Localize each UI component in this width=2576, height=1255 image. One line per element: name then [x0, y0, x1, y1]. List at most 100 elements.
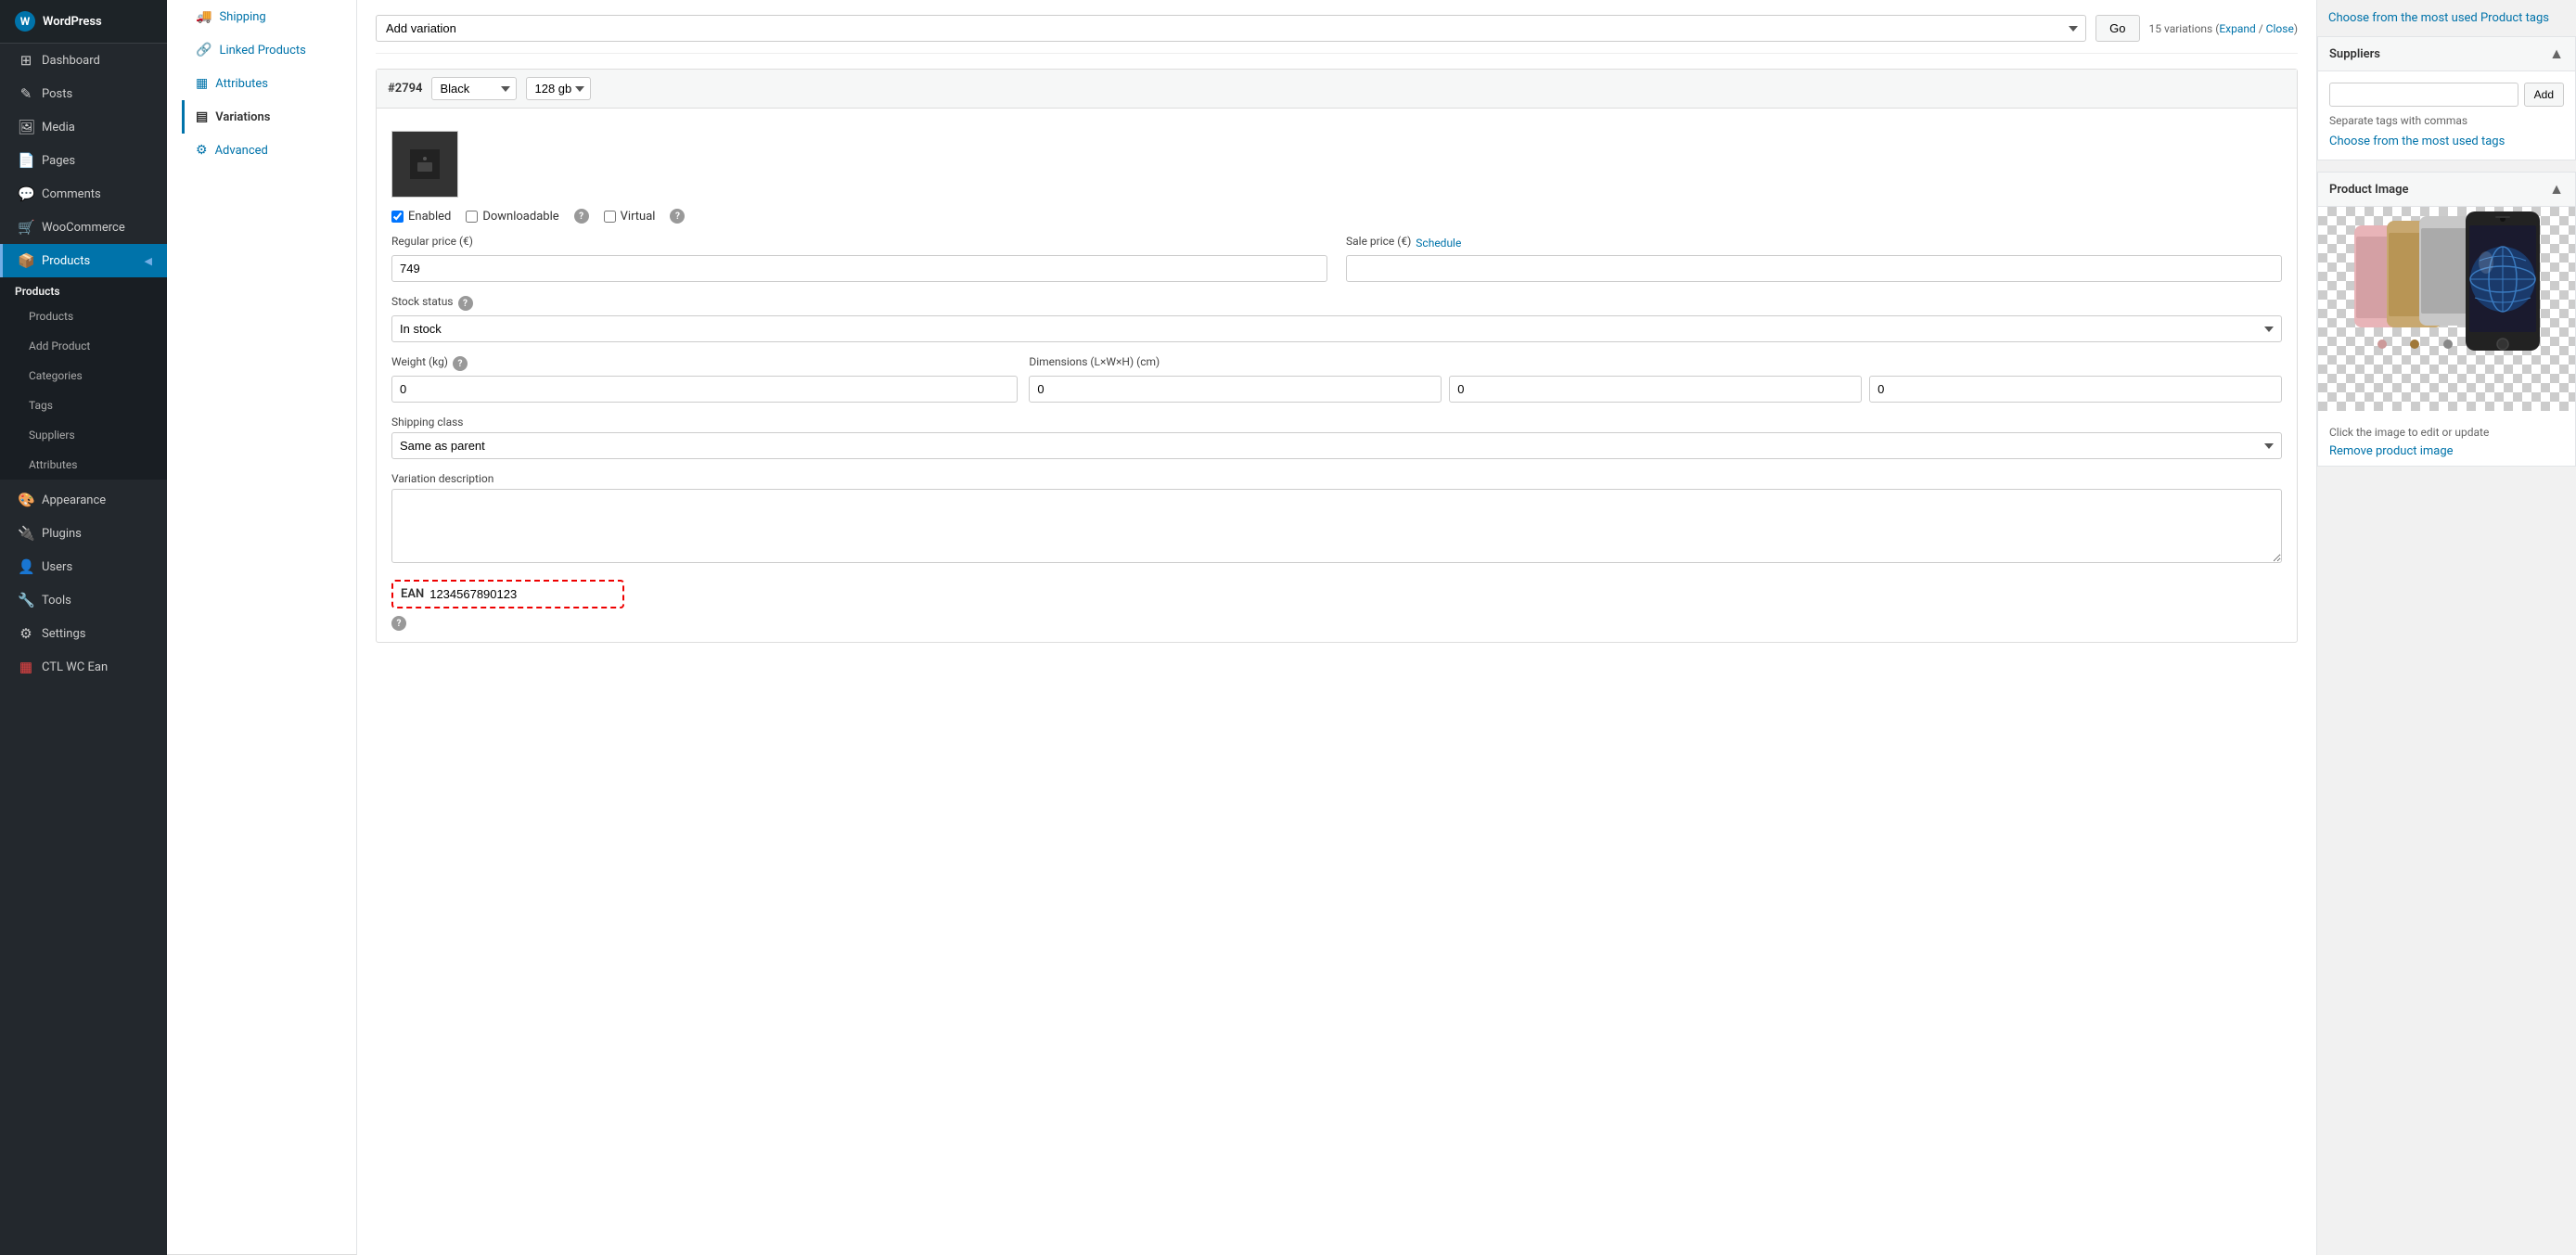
- sidebar-item-products[interactable]: 📦 Products ◀: [0, 244, 167, 277]
- regular-price-label: Regular price (€): [391, 235, 473, 248]
- sidebar-item-label: Settings: [42, 627, 85, 641]
- remove-product-image-link[interactable]: Remove product image: [2329, 444, 2454, 458]
- suppliers-title: Suppliers: [2329, 47, 2380, 61]
- sidebar-item-media[interactable]: 🖼 Media: [0, 110, 167, 144]
- variations-content: Add variation Go 15 variations (Expand /…: [357, 0, 2316, 1255]
- subnav-label: Variations: [215, 110, 270, 124]
- sidebar-item-users[interactable]: 👤 Users: [0, 550, 167, 583]
- regular-price-row: Regular price (€): [391, 235, 1327, 282]
- variations-count: 15 variations (Expand / Close): [2149, 22, 2299, 35]
- sidebar-item-plugins[interactable]: 🔌 Plugins: [0, 517, 167, 550]
- virtual-help-icon[interactable]: ?: [670, 209, 685, 224]
- sidebar-item-pages[interactable]: 📄 Pages: [0, 144, 167, 177]
- stock-status-label: Stock status: [391, 295, 454, 308]
- product-tags-top: Choose from the most used Product tags: [2317, 0, 2576, 36]
- suppliers-section: Suppliers ▲ Add Separate tags with comma…: [2317, 36, 2576, 160]
- weight-help-icon[interactable]: ?: [453, 356, 468, 371]
- submenu-suppliers[interactable]: Suppliers: [0, 420, 167, 450]
- choose-product-tags-link[interactable]: Choose from the most used Product tags: [2328, 11, 2549, 25]
- product-image-caption: Click the image to edit or update: [2329, 426, 2564, 439]
- comments-icon: 💬: [18, 186, 34, 202]
- dimension-w-input[interactable]: [1449, 376, 1862, 403]
- suppliers-toggle[interactable]: ▲: [2549, 45, 2564, 63]
- pages-icon: 📄: [18, 152, 34, 169]
- downloadable-checkbox[interactable]: [466, 211, 478, 223]
- suppliers-add-button[interactable]: Add: [2524, 83, 2564, 107]
- weight-input[interactable]: [391, 376, 1018, 403]
- woocommerce-icon: 🛒: [18, 219, 34, 236]
- submenu-categories[interactable]: Categories: [0, 361, 167, 391]
- variation-desc-row: Variation description: [391, 472, 2282, 567]
- advanced-icon: ⚙: [196, 143, 208, 158]
- sidebar-item-dashboard[interactable]: ⊞ Dashboard: [0, 44, 167, 77]
- regular-price-input[interactable]: [391, 255, 1327, 282]
- weight-label: Weight (kg): [391, 355, 448, 368]
- sidebar-item-label: Dashboard: [42, 54, 100, 68]
- users-icon: 👤: [18, 558, 34, 575]
- suppliers-note: Separate tags with commas: [2329, 114, 2564, 127]
- submenu-add-product[interactable]: Add Product: [0, 331, 167, 361]
- sidebar-item-label: WooCommerce: [42, 221, 125, 235]
- subnav-label: Advanced: [215, 144, 268, 158]
- add-variation-select[interactable]: Add variation: [376, 15, 2086, 42]
- submenu-products[interactable]: Products: [0, 301, 167, 331]
- downloadable-checkbox-label[interactable]: Downloadable: [466, 210, 558, 224]
- subnav-label: Shipping: [219, 10, 265, 24]
- sidebar-item-ctl-wc-ean[interactable]: ▦ CTL WC Ean: [0, 650, 167, 684]
- appearance-icon: 🎨: [18, 492, 34, 508]
- product-image-container[interactable]: [2318, 207, 2575, 411]
- variation-desc-textarea[interactable]: [391, 489, 2282, 563]
- downloadable-label: Downloadable: [482, 210, 558, 224]
- sidebar-item-woocommerce[interactable]: 🛒 WooCommerce: [0, 211, 167, 244]
- stock-status-help-icon[interactable]: ?: [458, 296, 473, 311]
- dimensions-row-group: Dimensions (L×W×H) (cm): [1029, 355, 2282, 403]
- subnav-linked-products[interactable]: 🔗 Linked Products: [182, 33, 341, 67]
- sidebar-item-comments[interactable]: 💬 Comments: [0, 177, 167, 211]
- suppliers-tag-input[interactable]: [2329, 83, 2518, 107]
- products-icon: 📦: [18, 252, 34, 269]
- submenu-tags[interactable]: Tags: [0, 391, 167, 420]
- sidebar-item-posts[interactable]: ✎ Posts: [0, 77, 167, 110]
- virtual-checkbox[interactable]: [604, 211, 616, 223]
- product-image-caption-area: Click the image to edit or update Remove…: [2318, 411, 2575, 466]
- sale-price-label: Sale price (€): [1346, 235, 1411, 248]
- sale-price-input[interactable]: [1346, 255, 2282, 282]
- close-link[interactable]: Close: [2266, 22, 2294, 35]
- subnav-label: Attributes: [215, 77, 268, 91]
- subnav-advanced[interactable]: ⚙ Advanced: [182, 134, 341, 167]
- sidebar-item-label: Products: [42, 254, 90, 268]
- go-button[interactable]: Go: [2095, 15, 2139, 42]
- virtual-label: Virtual: [621, 210, 656, 224]
- storage-select[interactable]: 128 gb 256 gb 64 gb: [526, 77, 591, 100]
- choose-tags-link[interactable]: Choose from the most used tags: [2329, 134, 2505, 148]
- subnav-attributes[interactable]: ▦ Attributes: [182, 67, 341, 100]
- dimension-h-input[interactable]: [1869, 376, 2282, 403]
- product-subnav: 🚚 Shipping 🔗 Linked Products ▦ Attribute…: [167, 0, 357, 1255]
- variation-image[interactable]: [391, 131, 458, 198]
- submenu-attributes[interactable]: Attributes: [0, 450, 167, 480]
- shipping-class-select[interactable]: Same as parent No shipping class: [391, 432, 2282, 459]
- subnav-variations[interactable]: ▤ Variations: [182, 100, 341, 134]
- schedule-link[interactable]: Schedule: [1416, 237, 1461, 250]
- dimensions-inputs: [1029, 376, 2282, 403]
- weight-dimensions-row: Weight (kg) ? Dimensions (L×W×H) (cm): [391, 355, 2282, 416]
- sidebar-item-settings[interactable]: ⚙ Settings: [0, 617, 167, 650]
- sidebar-item-appearance[interactable]: 🎨 Appearance: [0, 483, 167, 517]
- products-submenu: Products Products Add Product Categories…: [0, 277, 167, 480]
- enabled-checkbox[interactable]: [391, 211, 404, 223]
- product-image-toggle[interactable]: ▲: [2549, 180, 2564, 198]
- variation-desc-label: Variation description: [391, 472, 2282, 485]
- downloadable-help-icon[interactable]: ?: [574, 209, 589, 224]
- subnav-shipping[interactable]: 🚚 Shipping: [182, 0, 341, 33]
- dimension-l-input[interactable]: [1029, 376, 1442, 403]
- stock-status-select[interactable]: In stock Out of stock On backorder: [391, 315, 2282, 342]
- ean-input[interactable]: [429, 587, 615, 601]
- sidebar-item-tools[interactable]: 🔧 Tools: [0, 583, 167, 617]
- ean-help-icon[interactable]: ?: [391, 616, 406, 631]
- expand-link[interactable]: Expand: [2219, 22, 2255, 35]
- color-select[interactable]: Black White Gold Rose Gold: [431, 77, 517, 100]
- enabled-checkbox-label[interactable]: Enabled: [391, 210, 451, 224]
- ctl-icon: ▦: [18, 659, 34, 675]
- virtual-checkbox-label[interactable]: Virtual: [604, 210, 656, 224]
- sidebar-item-label: Posts: [42, 87, 72, 101]
